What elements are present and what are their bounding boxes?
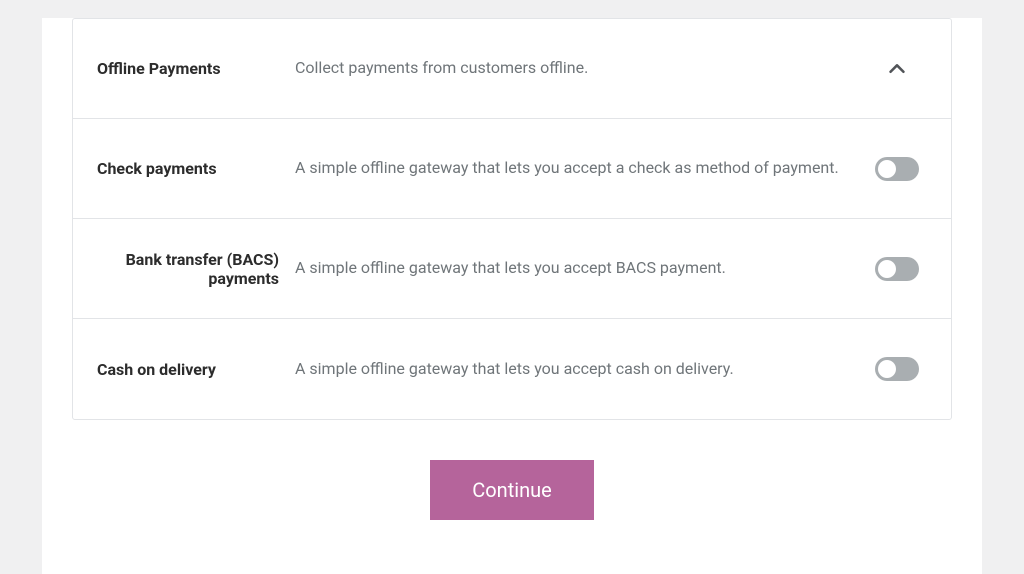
cash-on-delivery-toggle[interactable]: [875, 357, 919, 381]
chevron-up-icon: [886, 58, 908, 80]
payment-method-row: Check payments A simple offline gateway …: [73, 119, 951, 219]
bank-transfer-toggle[interactable]: [875, 257, 919, 281]
offline-payments-header-row[interactable]: Offline Payments Collect payments from c…: [73, 19, 951, 119]
check-payments-toggle[interactable]: [875, 157, 919, 181]
toggle-knob: [878, 260, 896, 278]
check-payments-description: A simple offline gateway that lets you a…: [295, 156, 867, 181]
button-container: Continue: [72, 420, 952, 520]
cash-on-delivery-description: A simple offline gateway that lets you a…: [295, 357, 867, 382]
check-payments-title: Check payments: [97, 159, 295, 178]
bank-transfer-description: A simple offline gateway that lets you a…: [295, 256, 867, 281]
continue-button[interactable]: Continue: [430, 460, 594, 520]
payment-method-row: Cash on delivery A simple offline gatewa…: [73, 319, 951, 419]
payment-method-row: Bank transfer (BACS) payments A simple o…: [73, 219, 951, 319]
offline-payments-description: Collect payments from customers offline.: [295, 56, 867, 81]
collapse-toggle[interactable]: [867, 58, 927, 80]
toggle-knob: [878, 160, 896, 178]
offline-payments-panel: Offline Payments Collect payments from c…: [72, 18, 952, 420]
toggle-knob: [878, 360, 896, 378]
offline-payments-title: Offline Payments: [97, 59, 295, 78]
cash-on-delivery-title: Cash on delivery: [97, 360, 295, 379]
bank-transfer-title: Bank transfer (BACS) payments: [97, 250, 295, 288]
settings-page: Offline Payments Collect payments from c…: [42, 18, 982, 574]
